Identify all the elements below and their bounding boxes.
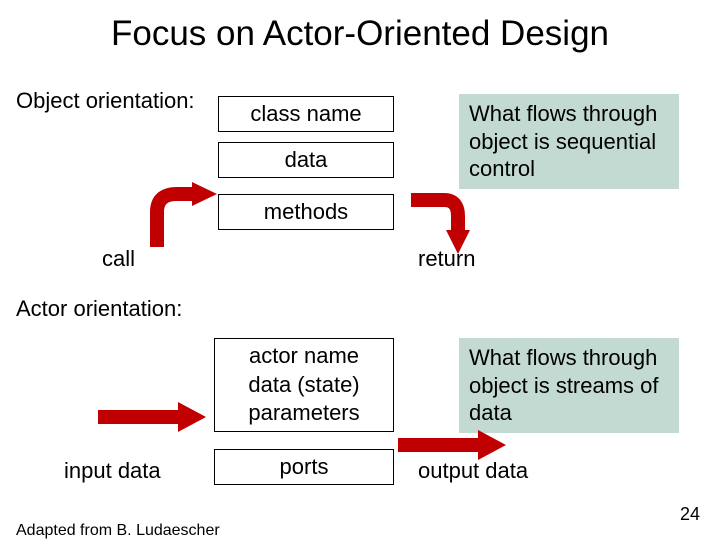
page-number: 24	[680, 504, 700, 525]
call-arrow-icon	[142, 182, 222, 257]
call-label: call	[102, 246, 135, 272]
class-name-cell: class name	[218, 96, 394, 132]
actor-state-text: data (state)	[248, 371, 359, 400]
actor-body-cell: actor name data (state) parameters	[214, 338, 394, 432]
return-arrow-icon	[396, 190, 474, 265]
slide-title: Focus on Actor-Oriented Design	[0, 14, 720, 54]
actor-name-text: actor name	[249, 342, 359, 371]
input-data-label: input data	[64, 458, 161, 484]
input-arrow-icon	[98, 402, 208, 437]
methods-cell: methods	[218, 194, 394, 230]
data-cell: data	[218, 142, 394, 178]
credit-text: Adapted from B. Ludaescher	[16, 522, 220, 540]
ports-cell: ports	[214, 449, 394, 485]
output-arrow-icon	[398, 430, 508, 465]
callout-streams-of-data: What flows through object is streams of …	[459, 338, 679, 433]
actor-orientation-label: Actor orientation:	[16, 296, 182, 322]
object-orientation-label: Object orientation:	[16, 88, 195, 114]
callout-sequential-control: What flows through object is sequential …	[459, 94, 679, 189]
actor-params-text: parameters	[248, 399, 359, 428]
